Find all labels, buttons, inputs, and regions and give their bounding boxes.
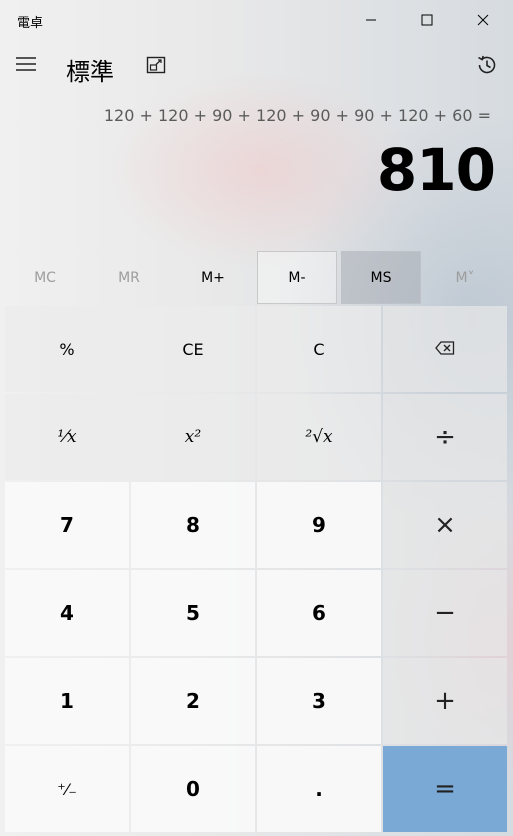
- digit-0-button[interactable]: 0: [131, 746, 255, 832]
- window-title: 電卓: [17, 16, 44, 31]
- square-root-button[interactable]: ²√x: [257, 394, 381, 480]
- reciprocal-label: ¹⁄x: [57, 427, 77, 447]
- digit-9-button[interactable]: 9: [257, 482, 381, 568]
- history-icon: [475, 53, 499, 81]
- navigation-menu-button[interactable]: [8, 48, 44, 84]
- digit-1-button[interactable]: 1: [5, 658, 129, 744]
- memory-recall-button[interactable]: MR: [89, 251, 169, 304]
- calculator-window: 電卓 標準 120 + 120 + 90 + 120 + 90 + 90 + 1…: [0, 0, 513, 836]
- memory-clear-button[interactable]: MC: [5, 251, 85, 304]
- backspace-button[interactable]: [383, 306, 507, 392]
- digit-3-button[interactable]: 3: [257, 658, 381, 744]
- close-button[interactable]: [455, 0, 511, 40]
- negate-button[interactable]: ⁺⁄₋: [5, 746, 129, 832]
- result-display: 810: [376, 136, 496, 204]
- keep-on-top-icon: [146, 56, 166, 78]
- square-label: x²: [184, 427, 202, 447]
- subtract-label: −: [434, 598, 456, 628]
- add-button[interactable]: +: [383, 658, 507, 744]
- multiply-label: ×: [434, 510, 456, 540]
- add-label: +: [434, 686, 456, 716]
- expression-display: 120 + 120 + 90 + 120 + 90 + 90 + 120 + 6…: [103, 106, 491, 125]
- digit-2-button[interactable]: 2: [131, 658, 255, 744]
- divide-label: ÷: [434, 422, 456, 452]
- percent-label: %: [59, 339, 75, 359]
- digit-4-button[interactable]: 4: [5, 570, 129, 656]
- digit-8-button[interactable]: 8: [131, 482, 255, 568]
- equals-label: =: [434, 774, 456, 804]
- clear-entry-button[interactable]: CE: [131, 306, 255, 392]
- divide-button[interactable]: ÷: [383, 394, 507, 480]
- reciprocal-button[interactable]: ¹⁄x: [5, 394, 129, 480]
- decimal-button[interactable]: .: [257, 746, 381, 832]
- history-button[interactable]: [468, 48, 506, 86]
- equals-button[interactable]: =: [383, 746, 507, 832]
- clear-button[interactable]: C: [257, 306, 381, 392]
- memory-bar: MC MR M+ M- MS M˅: [5, 251, 508, 304]
- maximize-icon: [421, 11, 433, 30]
- digit-7-button[interactable]: 7: [5, 482, 129, 568]
- memory-store-button[interactable]: MS: [341, 251, 421, 304]
- app-header: 標準: [0, 40, 513, 96]
- minimize-button[interactable]: [343, 0, 399, 40]
- minimize-icon: [365, 11, 377, 30]
- maximize-button[interactable]: [399, 0, 455, 40]
- memory-list-button[interactable]: M˅: [425, 251, 505, 304]
- keep-on-top-button[interactable]: [139, 50, 173, 84]
- clear-label: C: [313, 339, 325, 359]
- close-icon: [477, 11, 489, 30]
- multiply-button[interactable]: ×: [383, 482, 507, 568]
- square-root-label: ²√x: [305, 427, 333, 447]
- digit-6-button[interactable]: 6: [257, 570, 381, 656]
- subtract-button[interactable]: −: [383, 570, 507, 656]
- clear-entry-label: CE: [182, 339, 204, 359]
- digit-5-button[interactable]: 5: [131, 570, 255, 656]
- percent-button[interactable]: %: [5, 306, 129, 392]
- hamburger-menu-icon: [15, 56, 37, 76]
- title-bar: 電卓: [0, 0, 513, 40]
- memory-add-button[interactable]: M+: [173, 251, 253, 304]
- negate-label: ⁺⁄₋: [57, 779, 77, 799]
- memory-subtract-button[interactable]: M-: [257, 251, 337, 304]
- square-button[interactable]: x²: [131, 394, 255, 480]
- calculator-mode-title: 標準: [66, 58, 114, 86]
- backspace-icon: [435, 340, 455, 359]
